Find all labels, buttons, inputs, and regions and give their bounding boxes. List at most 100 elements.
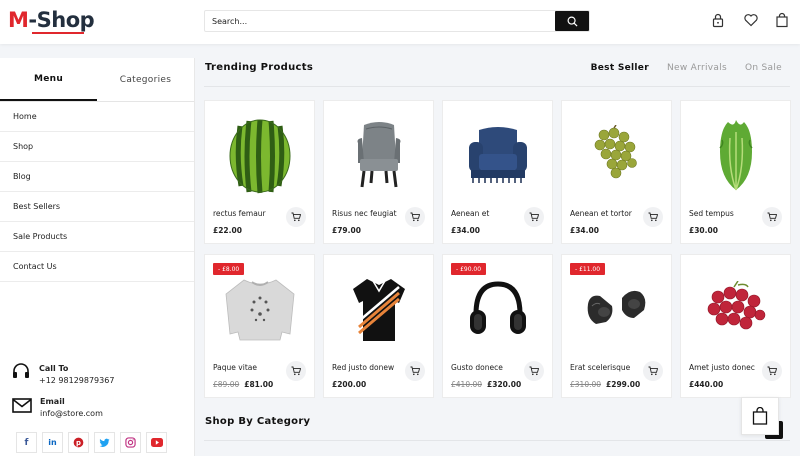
product-card[interactable]: Risus nec feugiat £79.00 [323, 100, 434, 244]
product-price: £440.00 [689, 380, 724, 389]
tab-categories[interactable]: Categories [97, 58, 194, 101]
product-image-sweatshirt[interactable] [215, 267, 305, 351]
headset-icon [13, 363, 29, 378]
social-links: f in p [16, 432, 167, 453]
product-card[interactable]: rectus femaur £22.00 [204, 100, 315, 244]
search-bar [204, 10, 590, 32]
add-to-cart-button[interactable] [643, 361, 663, 381]
logo-m: M [8, 8, 29, 32]
email-title: Email [40, 397, 65, 406]
logo-text: -Shop [28, 8, 95, 32]
cart-icon [291, 212, 301, 222]
product-name[interactable]: Paque vitae [213, 363, 257, 372]
product-name[interactable]: Red justo donew [332, 363, 394, 372]
menu-item-shop[interactable]: Shop [0, 132, 194, 162]
product-image-grapes[interactable] [572, 113, 662, 197]
product-name[interactable]: Sed tempus [689, 209, 734, 218]
product-name[interactable]: Aenean et tortor [570, 209, 632, 218]
product-name[interactable]: Erat scelerisque [570, 363, 630, 372]
product-name[interactable]: Amet justo donec [689, 363, 755, 372]
floating-cart-button[interactable] [741, 397, 779, 435]
cart-icon [648, 366, 658, 376]
menu-item-home[interactable]: Home [0, 102, 194, 132]
product-image-red-grapes[interactable] [691, 267, 781, 351]
product-card[interactable]: - £8.00 Paque vitae £89.00 £81.00 [204, 254, 315, 398]
filter-new-arrivals[interactable]: New Arrivals [667, 63, 727, 73]
youtube-icon[interactable] [146, 432, 167, 453]
product-filters: Best Seller New Arrivals On Sale [591, 63, 782, 73]
lock-icon[interactable] [710, 12, 726, 28]
product-price: £34.00 [451, 226, 480, 235]
product-card[interactable]: Amet justo donec £440.00 [680, 254, 791, 398]
trending-title: Trending Products [205, 62, 314, 73]
linkedin-icon[interactable]: in [42, 432, 63, 453]
heart-icon[interactable] [743, 12, 759, 28]
category-divider [204, 440, 790, 441]
add-to-cart-button[interactable] [286, 361, 306, 381]
old-price: £410.00 [451, 380, 483, 389]
menu-item-sale-products[interactable]: Sale Products [0, 222, 194, 252]
product-name[interactable]: Aenean et [451, 209, 489, 218]
filter-on-sale[interactable]: On Sale [745, 63, 782, 73]
call-block: Call To +12 98129879367 [39, 364, 114, 385]
shopping-bag-icon [752, 407, 768, 425]
bag-icon[interactable] [774, 12, 790, 28]
product-price: £410.00 £320.00 [451, 380, 522, 389]
search-button[interactable] [555, 11, 589, 31]
header: M-Shop [0, 0, 800, 44]
sidebar: Menu Categories Home Shop Blog Best Sell… [0, 58, 195, 456]
product-card[interactable]: - £90.00 Gusto donece £410.00 £320.00 [442, 254, 553, 398]
add-to-cart-button[interactable] [524, 207, 544, 227]
add-to-cart-button[interactable] [524, 361, 544, 381]
product-price: £34.00 [570, 226, 599, 235]
product-price: £310.00 £299.00 [570, 380, 641, 389]
product-image-headphones[interactable] [453, 267, 543, 351]
add-to-cart-button[interactable] [286, 207, 306, 227]
call-number[interactable]: +12 98129879367 [39, 376, 114, 385]
facebook-icon[interactable]: f [16, 432, 37, 453]
product-price: £22.00 [213, 226, 242, 235]
menu-item-blog[interactable]: Blog [0, 162, 194, 192]
logo[interactable]: M-Shop [8, 8, 95, 34]
cart-icon [767, 212, 777, 222]
instagram-icon[interactable] [120, 432, 141, 453]
search-icon [567, 16, 578, 27]
product-price: £30.00 [689, 226, 718, 235]
twitter-icon[interactable] [94, 432, 115, 453]
product-name[interactable]: rectus femaur [213, 209, 266, 218]
search-input[interactable] [205, 11, 555, 31]
add-to-cart-button[interactable] [643, 207, 663, 227]
product-name[interactable]: Risus nec feugiat [332, 209, 397, 218]
add-to-cart-button[interactable] [405, 207, 425, 227]
filter-best-seller[interactable]: Best Seller [591, 63, 649, 73]
sidebar-tabs: Menu Categories [0, 58, 194, 102]
product-card[interactable]: Aenean et tortor £34.00 [561, 100, 672, 244]
product-image-lettuce[interactable] [691, 113, 781, 197]
product-card[interactable]: Red justo donew £200.00 [323, 254, 434, 398]
cart-icon [529, 366, 539, 376]
email-address[interactable]: info@store.com [40, 409, 103, 418]
menu-item-best-sellers[interactable]: Best Sellers [0, 192, 194, 222]
product-image-armchair[interactable] [453, 113, 543, 197]
product-image-earbuds[interactable] [572, 267, 662, 351]
product-image-wingback-chair[interactable] [334, 113, 424, 197]
product-image-polo-shirt[interactable] [334, 267, 424, 351]
menu-item-contact-us[interactable]: Contact Us [0, 252, 194, 282]
product-card[interactable]: Sed tempus £30.00 [680, 100, 791, 244]
email-block: Email info@store.com [40, 397, 103, 418]
add-to-cart-button[interactable] [762, 207, 782, 227]
svg-text:p: p [76, 439, 81, 447]
old-price: £89.00 [213, 380, 240, 389]
product-card[interactable]: Aenean et £34.00 [442, 100, 553, 244]
cart-icon [648, 212, 658, 222]
logo-underline [32, 32, 84, 34]
tab-menu[interactable]: Menu [0, 58, 97, 101]
product-image-watermelon[interactable] [215, 113, 305, 197]
cart-icon [410, 212, 420, 222]
product-name[interactable]: Gusto donece [451, 363, 503, 372]
add-to-cart-button[interactable] [762, 361, 782, 381]
add-to-cart-button[interactable] [405, 361, 425, 381]
product-card[interactable]: - £11.00 Erat scelerisque £310.00 £299.00 [561, 254, 672, 398]
pinterest-icon[interactable]: p [68, 432, 89, 453]
product-price: £89.00 £81.00 [213, 380, 274, 389]
